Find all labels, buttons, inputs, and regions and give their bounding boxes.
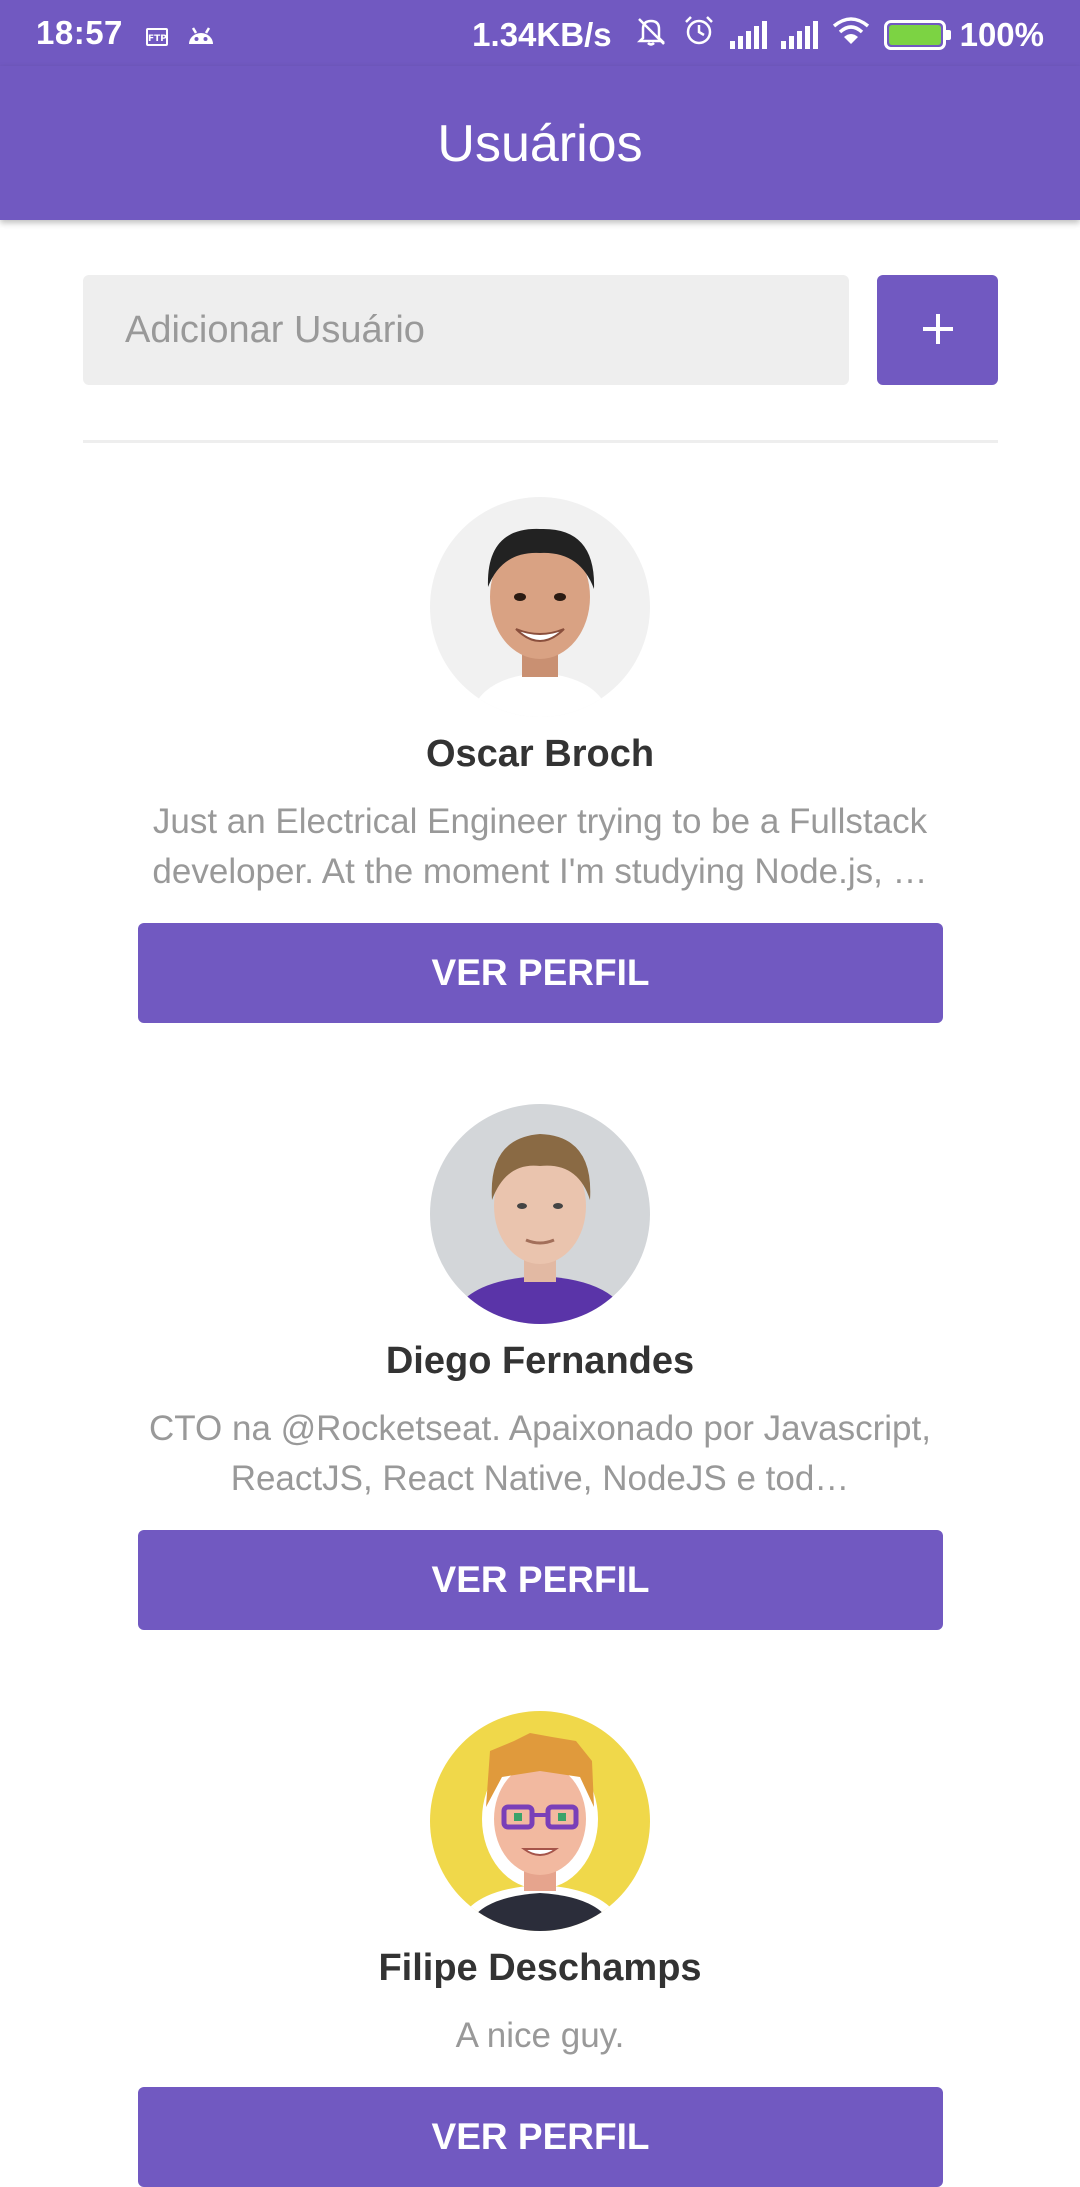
divider xyxy=(83,440,998,443)
app-bar: Usuários xyxy=(0,66,1080,220)
user-bio: CTO na @Rocketseat. Apaixonado por Javas… xyxy=(149,1409,931,1498)
status-bar: 18:57 FTP 1.34KB/s 100% xyxy=(0,0,1080,66)
wifi-icon xyxy=(832,16,870,54)
battery-level: 100% xyxy=(959,16,1044,53)
add-user-button[interactable] xyxy=(877,275,998,385)
user-name: Filipe Deschamps xyxy=(378,1947,702,1989)
view-profile-button[interactable]: VER PERFIL xyxy=(138,1530,943,1630)
signal-icon xyxy=(729,21,767,49)
add-user-form xyxy=(83,275,998,385)
ftp-icon: FTP xyxy=(146,28,168,46)
user-name: Diego Fernandes xyxy=(385,1340,695,1382)
user-card: Oscar Broch Just an Electrical Engineer … xyxy=(0,497,1080,1023)
signal-icon xyxy=(780,21,818,49)
network-speed: 1.34KB/s xyxy=(472,16,612,53)
user-bio: Just an Electrical Engineer trying to be… xyxy=(152,802,928,891)
status-time: 18:57 xyxy=(36,14,123,51)
view-profile-button[interactable]: VER PERFIL xyxy=(138,2087,943,2187)
avatar xyxy=(430,1711,650,1931)
page-title: Usuários xyxy=(437,115,643,173)
alarm-icon xyxy=(682,14,716,56)
user-card: Diego Fernandes CTO na @Rocketseat. Apai… xyxy=(0,1104,1080,1630)
add-user-input[interactable] xyxy=(83,275,849,385)
mute-icon xyxy=(634,14,668,56)
view-profile-button[interactable]: VER PERFIL xyxy=(138,923,943,1023)
user-card: Filipe Deschamps A nice guy. VER PERFIL xyxy=(0,1711,1080,2187)
plus-icon xyxy=(920,311,956,350)
avatar xyxy=(430,497,650,717)
battery-charging-icon xyxy=(883,20,951,50)
android-icon xyxy=(186,18,216,56)
user-name: Oscar Broch xyxy=(425,733,655,775)
avatar xyxy=(430,1104,650,1324)
user-bio: A nice guy. xyxy=(455,2016,625,2055)
